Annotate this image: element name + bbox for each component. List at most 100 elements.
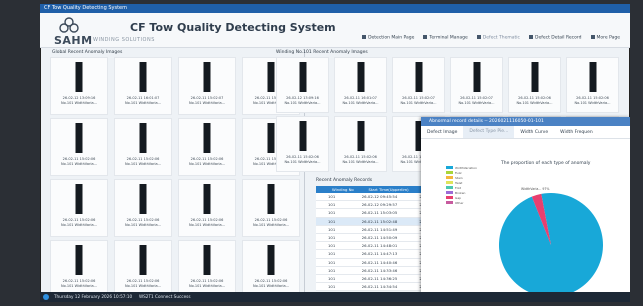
anomaly-thumbnail[interactable]: 26-02-11 15:02:06No.101 WidthVaria... xyxy=(178,118,236,176)
anomaly-thumbnail[interactable]: 26-02-11 15:02:06No.101 WidthVaria... xyxy=(50,118,108,176)
anomaly-thumbnail[interactable]: 26-02-12 13:09:16 No.101 WidthVaria... xyxy=(50,57,108,115)
row-selector[interactable] xyxy=(316,266,326,275)
thumbnail-time: 26-02-11 16:01:07 xyxy=(126,96,160,100)
table-cell: 26-02-11 14:47:13 xyxy=(359,249,418,259)
tow-image xyxy=(139,184,147,214)
row-selector[interactable] xyxy=(316,233,326,243)
row-selector[interactable] xyxy=(316,282,326,292)
row-selector[interactable] xyxy=(316,249,326,259)
row-selector[interactable] xyxy=(316,208,326,218)
tab-defect-image[interactable]: Defect Image xyxy=(421,130,463,135)
tow-image xyxy=(267,245,275,275)
legend-swatch xyxy=(446,191,453,194)
table-cell: 101 xyxy=(326,241,360,251)
pie-slice-label: WidthVaria... 97% xyxy=(521,187,549,191)
row-selector[interactable] xyxy=(316,217,326,226)
thumbnail-time: 26-02-11 15:02:06 xyxy=(62,279,96,283)
row-selector[interactable] xyxy=(316,193,326,202)
legend-swatch xyxy=(446,201,453,204)
detail-icon xyxy=(529,35,534,39)
app-header: SAHM WINDING SOLUTIONS CF Tow Quality De… xyxy=(40,13,630,48)
nav-terminal-manage[interactable]: Terminal Manage xyxy=(423,35,468,41)
thumbnail-desc: No.101 WidthVaria... xyxy=(61,284,97,288)
thumbnail-desc: No.101 WidthVaria... xyxy=(189,223,225,227)
table-cell: 101 xyxy=(326,208,360,218)
table-cell: 26-02-11 14:36:25 xyxy=(359,274,418,284)
anomaly-thumbnail[interactable]: 26-02-11 15:02:06No.101 WidthVaria... xyxy=(566,57,619,113)
nav-more-page[interactable]: More Page xyxy=(590,35,620,41)
anomaly-thumbnail[interactable]: 26-02-11 15:02:06No.101 WidthVaria... xyxy=(242,240,300,298)
connection-status: WS2T1 Connect Success xyxy=(139,294,191,299)
thumbnail-desc: No.101 WidthVaria... xyxy=(189,284,225,288)
anomaly-thumbnail[interactable]: 26-02-11 15:02:06No.101 WidthVaria... xyxy=(50,179,108,237)
tab-defect-type-pie[interactable]: Defect Type Pie... xyxy=(463,126,515,138)
anomaly-thumbnail[interactable]: 26-02-12 13:09:16 No.101 WidthVaria... xyxy=(276,57,329,113)
row-selector[interactable] xyxy=(316,225,326,234)
table-cell: 101 xyxy=(326,274,360,284)
anomaly-thumbnail[interactable]: 26-02-11 15:02:06No.101 WidthVaria... xyxy=(334,116,387,172)
anomaly-thumbnail[interactable]: 26-02-11 15:02:06No.101 WidthVaria... xyxy=(178,179,236,237)
anomaly-thumbnail[interactable]: 26-02-11 15:02:06No.101 WidthVaria... xyxy=(114,118,172,176)
row-selector[interactable] xyxy=(316,258,326,267)
chart-title: The proportion of each type of anomaly xyxy=(501,161,591,166)
table-cell: 26-02-12 09:29:57 xyxy=(359,200,418,210)
defect-icon xyxy=(476,35,481,39)
anomaly-thumbnail[interactable]: 26-02-11 15:02:07 No.101 WidthVaria... xyxy=(178,57,236,115)
tow-image xyxy=(357,121,364,151)
nav-detection-main[interactable]: Detection Main Page xyxy=(362,35,414,41)
anomaly-thumbnail[interactable]: 26-02-11 15:02:06No.101 WidthVaria... xyxy=(114,179,172,237)
tab-width-curve[interactable]: Width Curve xyxy=(514,130,554,135)
home-icon xyxy=(362,35,367,39)
tow-image xyxy=(203,184,211,214)
col-winding-no[interactable]: Winding No xyxy=(326,186,360,193)
top-nav: Detection Main Page Terminal Manage Defe… xyxy=(362,35,620,41)
table-cell: 101 xyxy=(326,258,360,267)
tow-image xyxy=(139,62,147,92)
tow-image xyxy=(357,62,364,92)
legend-label: Stain xyxy=(455,175,463,180)
global-anomaly-label: Global Recent Anomaly Images xyxy=(52,50,123,55)
anomaly-thumbnail[interactable]: 26-02-11 16:01:07 No.101 WidthVaria... xyxy=(334,57,387,113)
dialog-title: Abnormal record details -- 2026021116050… xyxy=(421,117,630,126)
anomaly-thumbnail[interactable]: 26-02-11 15:02:06No.101 WidthVaria... xyxy=(242,179,300,237)
thumbnail-time: 26-02-11 15:02:06 xyxy=(286,155,319,159)
anomaly-thumbnail[interactable]: 26-02-11 15:02:07 No.101 WidthVaria... xyxy=(450,57,503,113)
thumbnail-time: 26-02-11 15:02:06 xyxy=(190,279,224,283)
tab-width-frequency[interactable]: Width Frequen xyxy=(554,130,599,135)
anomaly-thumbnail[interactable]: 26-02-11 15:02:06No.101 WidthVaria... xyxy=(178,240,236,298)
anomaly-thumbnail[interactable]: 26-02-11 15:02:06No.101 WidthVaria... xyxy=(114,240,172,298)
legend-label: Broken xyxy=(455,190,466,195)
row-selector[interactable] xyxy=(316,200,326,210)
anomaly-thumbnail[interactable]: 26-02-11 15:02:06No.101 WidthVaria... xyxy=(276,116,329,172)
start-icon[interactable] xyxy=(43,294,49,300)
tow-image xyxy=(75,62,83,92)
taskbar: Thursday 12 February 2026 10:57:10 WS2T1… xyxy=(40,292,630,302)
thumbnail-desc: No.101 WidthVaria... xyxy=(516,101,553,105)
thumbnail-desc: No.101 WidthVaria... xyxy=(189,162,225,166)
anomaly-thumbnail[interactable]: 26-02-11 15:02:06No.101 WidthVaria... xyxy=(508,57,561,113)
anomaly-thumbnail[interactable]: 26-02-11 15:02:06No.101 WidthVaria... xyxy=(50,240,108,298)
legend-swatch xyxy=(446,176,453,179)
table-cell: 101 xyxy=(326,200,360,210)
thumbnail-desc: No.101 WidthVaria... xyxy=(125,223,161,227)
table-cell: 101 xyxy=(326,266,360,275)
col-selector xyxy=(316,186,326,193)
thumbnail-time: 26-02-11 15:02:07 xyxy=(460,96,493,100)
thumbnail-desc: No.101 WidthVaria... xyxy=(342,160,379,164)
brand-subtitle: WINDING SOLUTIONS xyxy=(93,37,155,43)
tow-image xyxy=(299,62,306,92)
anomaly-thumbnail[interactable]: 26-02-11 15:02:07 No.101 WidthVaria... xyxy=(392,57,445,113)
row-selector[interactable] xyxy=(316,241,326,251)
col-start-time[interactable]: Start Time(Upperlim) xyxy=(359,186,418,193)
window-titlebar: CF Tow Quality Detecting System xyxy=(40,4,630,13)
pie-chart: WidthVaria... 97% xyxy=(499,187,603,297)
anomaly-thumbnail[interactable]: 26-02-11 16:01:07 No.101 WidthVaria... xyxy=(114,57,172,115)
nav-defect-detail-record[interactable]: Defect Detail Record xyxy=(529,35,582,41)
thumbnail-time: 26-02-11 15:02:06 xyxy=(126,218,160,222)
taskbar-datetime: Thursday 12 February 2026 10:57:10 xyxy=(54,294,133,299)
tow-image xyxy=(203,245,211,275)
legend-label: Other xyxy=(455,200,464,205)
tow-image xyxy=(139,123,147,153)
row-selector[interactable] xyxy=(316,274,326,284)
nav-defect-thematic[interactable]: Defect Thematic xyxy=(476,35,520,41)
